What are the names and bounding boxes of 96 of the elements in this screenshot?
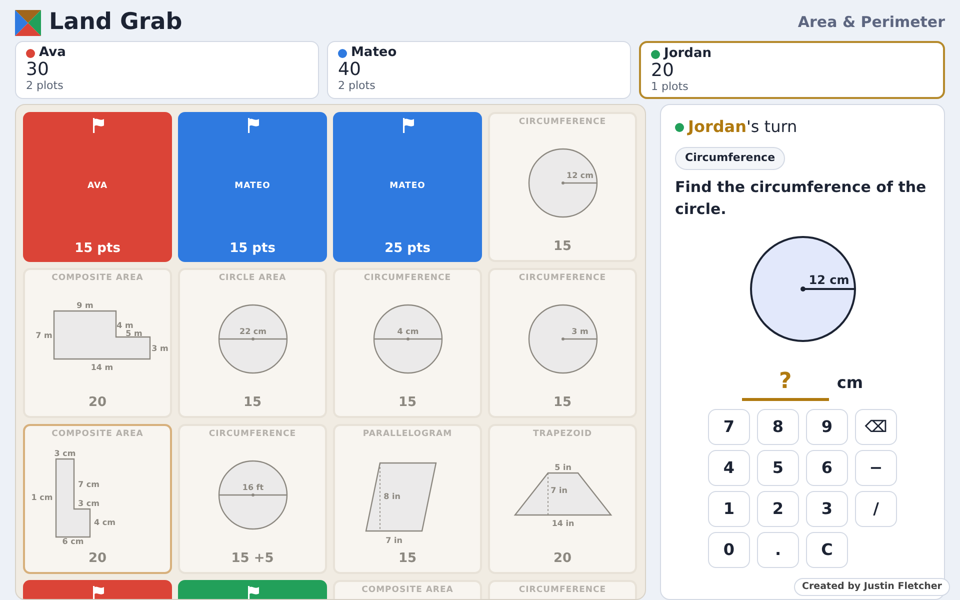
measure-label: 3 m: [571, 326, 588, 336]
shape-drawing: [364, 462, 436, 532]
plot-category: COMPOSITE AREA: [52, 428, 144, 441]
player-name: Jordan: [664, 47, 712, 62]
plot-category: CIRCUMFERENCE: [518, 272, 606, 285]
plot-points: 15: [398, 550, 417, 568]
measure-label: 1 cm: [30, 492, 52, 502]
circle-drawing: [218, 460, 288, 530]
measure-label: 6 cm: [62, 536, 84, 545]
measure-label: 7 in: [550, 486, 567, 495]
circle-drawing: [218, 304, 288, 374]
keypad-key[interactable]: 8: [757, 408, 799, 445]
circle-drawing: [528, 304, 598, 374]
keypad-key[interactable]: .: [757, 532, 799, 568]
player-score: 40: [338, 60, 362, 80]
plot-points: 15 pts: [74, 240, 120, 258]
circle-drawing: [528, 148, 598, 218]
flag-icon: [92, 118, 104, 134]
keypad-key[interactable]: 9: [806, 408, 848, 445]
keypad-key[interactable]: 0: [708, 532, 750, 568]
plot-category: CIRCLE AREA: [218, 272, 286, 285]
plot-category: TRAPEZOID: [532, 428, 592, 441]
plot-count: 2 plots: [338, 80, 376, 92]
keypad-key[interactable]: C: [806, 532, 848, 568]
flag-icon: [246, 586, 258, 599]
plot-points: 15: [553, 238, 572, 256]
turn-heading: Jordan's turn: [688, 116, 798, 138]
keypad-key[interactable]: 2: [757, 490, 799, 527]
player-card[interactable]: Ava 30 2 plots: [15, 41, 319, 100]
measure-label: 12 cm: [808, 272, 849, 287]
topic-tag: Circumference: [675, 147, 786, 170]
plot-points: 15: [553, 394, 572, 412]
keypad-key[interactable]: ⌫: [855, 408, 897, 445]
player-name: Mateo: [351, 46, 397, 60]
keypad-key[interactable]: −: [855, 450, 897, 486]
measure-label: 14 m: [90, 362, 113, 372]
logo-icon: [15, 10, 41, 36]
keypad-key[interactable]: 4: [708, 450, 750, 486]
plot-count: 2 plots: [26, 80, 64, 92]
plot-category: CIRCUMFERENCE: [208, 428, 296, 441]
plot-points: 20: [88, 550, 107, 568]
plot-points: 25 pts: [384, 240, 430, 258]
measure-label: 7 in: [385, 536, 402, 545]
flag-icon: [402, 118, 414, 134]
flag-icon: [246, 118, 258, 134]
plot-category: COMPOSITE AREA: [52, 272, 144, 285]
answer-field[interactable]: ?: [742, 364, 829, 401]
plot-category: PARALLELOGRAM: [362, 428, 452, 441]
plot-points: 15 +5: [231, 550, 274, 568]
keypad-key[interactable]: 1: [708, 490, 750, 527]
player-score: 30: [26, 60, 50, 80]
plot-category: CIRCUMFERENCE: [364, 272, 452, 285]
measure-label: 3 cm: [54, 448, 76, 458]
measure-label: 3 m: [151, 344, 168, 353]
keypad-key[interactable]: 7: [708, 408, 750, 445]
player-card[interactable]: Mateo 40 2 plots: [327, 41, 631, 100]
plot-points: 20: [553, 550, 572, 568]
keypad-key[interactable]: 5: [757, 450, 799, 486]
measure-label: 4 cm: [94, 518, 115, 527]
measure-label: 5 in: [554, 462, 571, 472]
measure-label: 5 m: [125, 328, 142, 338]
measure-label: 4 cm: [396, 326, 418, 336]
player-score: 20: [651, 61, 675, 82]
owner-name: MATEO: [234, 180, 270, 192]
measure-label: 3 cm: [78, 498, 99, 508]
measure-label: 14 in: [551, 518, 574, 528]
unit-label: cm: [836, 372, 864, 394]
measure-label: 12 cm: [566, 170, 593, 180]
plot-category: CIRCUMFERENCE: [518, 116, 606, 129]
circle-drawing: [372, 304, 442, 374]
plot-points: 15 pts: [230, 240, 276, 258]
flag-icon: [92, 586, 104, 599]
question-text: Find the circumference of the circle.: [675, 176, 928, 220]
measure-label: 16 ft: [242, 482, 264, 492]
measure-label: 22 cm: [239, 326, 266, 336]
credit-label: Created by Justin Fletcher: [794, 578, 950, 596]
plot-points: 20: [88, 394, 107, 412]
keypad-key[interactable]: /: [855, 490, 897, 527]
player-card[interactable]: Jordan 20 1 plots: [639, 41, 945, 100]
app-title: Land Grab: [49, 8, 182, 38]
measure-label: 9 m: [76, 300, 93, 310]
keypad-key[interactable]: 6: [806, 450, 848, 486]
plot-count: 1 plots: [651, 81, 690, 94]
measure-label: 4 m: [116, 320, 133, 330]
keypad-key[interactable]: 3: [806, 490, 848, 527]
plot-category: CIRCUMFERENCE: [518, 584, 606, 597]
plot-points: 15: [398, 394, 417, 412]
plot-category: COMPOSITE AREA: [362, 584, 454, 597]
measure-label: 8 in: [383, 492, 400, 501]
owner-name: AVA: [87, 180, 108, 192]
app-subtitle: Area & Perimeter: [798, 12, 945, 34]
measure-label: 7 cm: [78, 480, 99, 489]
player-name: Ava: [39, 46, 66, 60]
plot-points: 15: [243, 394, 262, 412]
measure-label: 7 m: [35, 330, 52, 340]
owner-name: MATEO: [390, 180, 426, 192]
